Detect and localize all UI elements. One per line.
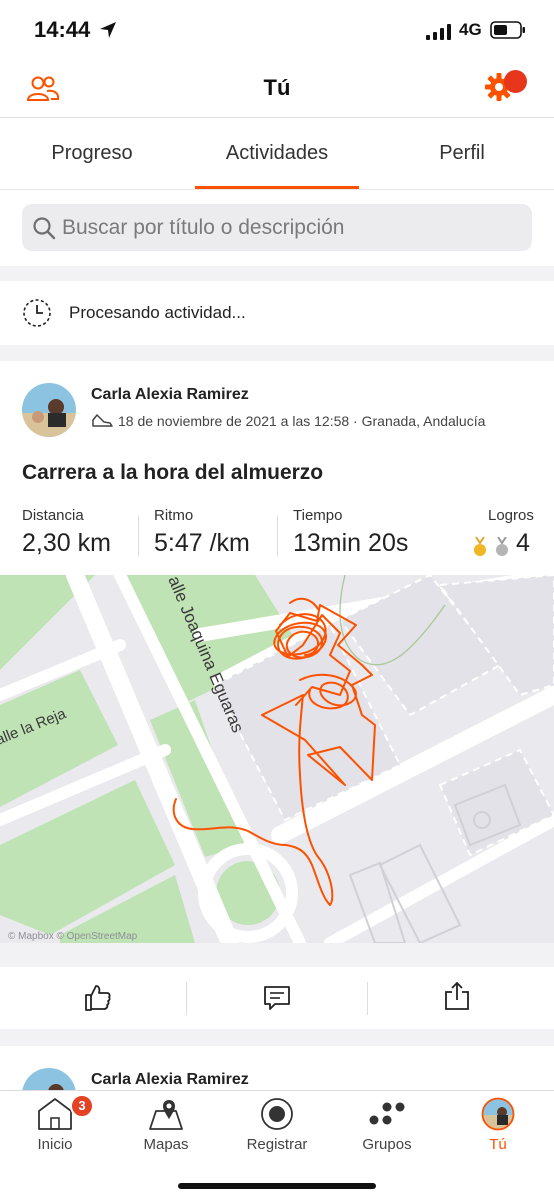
activity-card[interactable]: Carla Alexia Ramirez	[0, 1046, 554, 1090]
nav-label: Grupos	[362, 1136, 412, 1153]
nav-inicio[interactable]: 3 Inicio	[0, 1091, 110, 1171]
battery-icon	[490, 21, 525, 39]
home-indicator	[178, 1183, 376, 1189]
nav-label: Registrar	[246, 1136, 308, 1153]
map-canvas: alle Joaquina Eguaras alle la Reja © Map…	[0, 575, 554, 943]
nav-label: Mapas	[143, 1136, 189, 1153]
activity-actions	[0, 967, 554, 1029]
activity-meta: 18 de noviembre de 2021 a las 12:58 · Gr…	[118, 413, 486, 429]
app-header: Tú	[0, 60, 554, 118]
profile-avatar-icon	[481, 1097, 515, 1131]
map-icon	[149, 1100, 183, 1130]
search-icon	[33, 217, 56, 240]
nav-label: Inicio	[37, 1136, 73, 1153]
network-type: 4G	[459, 20, 482, 39]
search-section	[0, 190, 554, 266]
location-arrow-icon	[100, 22, 116, 38]
shoe-icon	[92, 414, 113, 427]
search-box[interactable]	[22, 204, 532, 251]
action-divider	[186, 982, 187, 1015]
share-icon[interactable]	[443, 981, 471, 1011]
avatar[interactable]	[22, 383, 76, 437]
bottom-nav: 3 Inicio Mapas Registrar Grupos Tú	[0, 1090, 554, 1200]
page-title: Tú	[263, 75, 291, 100]
nav-grupos[interactable]: Grupos	[332, 1091, 442, 1171]
processing-text: Procesando actividad...	[69, 303, 246, 322]
stat-value-pace: 5:47 /km	[154, 529, 250, 557]
stat-label-achievements: Logros	[488, 507, 534, 524]
signal-icon	[426, 24, 451, 40]
athlete-name[interactable]: Carla Alexia Ramirez	[91, 1071, 249, 1089]
notification-dot	[504, 70, 527, 93]
stat-value-time: 13min 20s	[293, 529, 409, 557]
stat-value-achievements: 4	[516, 529, 530, 557]
avatar[interactable]	[22, 1068, 76, 1090]
stat-label-time: Tiempo	[293, 507, 343, 524]
search-input[interactable]	[62, 204, 522, 251]
stat-label-distance: Distancia	[22, 507, 84, 524]
status-bar: 14:44 4G	[0, 0, 554, 60]
clock-icon	[23, 299, 51, 327]
activity-card[interactable]: Carla Alexia Ramirez 18 de noviembre de …	[0, 361, 554, 943]
record-icon	[261, 1098, 293, 1130]
athlete-name[interactable]: Carla Alexia Ramirez	[91, 386, 249, 404]
gold-medal-icon	[474, 537, 486, 556]
stat-value-distance: 2,30 km	[22, 529, 111, 557]
map-attribution: © Mapbox © OpenStreetMap	[8, 931, 138, 942]
tab-bar: Progreso Actividades Perfil	[0, 118, 554, 190]
comment-icon[interactable]	[263, 984, 291, 1012]
nav-registrar[interactable]: Registrar	[222, 1091, 332, 1171]
tab-perfil[interactable]: Perfil	[377, 142, 547, 165]
nav-mapas[interactable]: Mapas	[111, 1091, 221, 1171]
stat-divider	[277, 516, 278, 556]
status-time: 14:44	[34, 17, 91, 42]
groups-icon	[369, 1102, 405, 1125]
activity-map[interactable]: alle Joaquina Eguaras alle la Reja © Map…	[0, 575, 554, 943]
action-divider	[367, 982, 368, 1015]
nav-tu[interactable]: Tú	[443, 1091, 553, 1171]
notification-badge: 3	[70, 1094, 94, 1118]
stat-divider	[138, 516, 139, 556]
active-tab-indicator	[195, 186, 359, 189]
stat-label-pace: Ritmo	[154, 507, 194, 524]
kudos-thumbs-up-icon[interactable]	[82, 982, 112, 1012]
activity-title[interactable]: Carrera a la hora del almuerzo	[22, 461, 323, 485]
tab-progreso[interactable]: Progreso	[7, 142, 177, 165]
silver-medal-icon	[496, 537, 508, 556]
processing-banner: Procesando actividad...	[0, 281, 554, 345]
nav-label: Tú	[489, 1136, 507, 1153]
home-icon	[38, 1098, 72, 1130]
tab-actividades[interactable]: Actividades	[192, 142, 362, 165]
